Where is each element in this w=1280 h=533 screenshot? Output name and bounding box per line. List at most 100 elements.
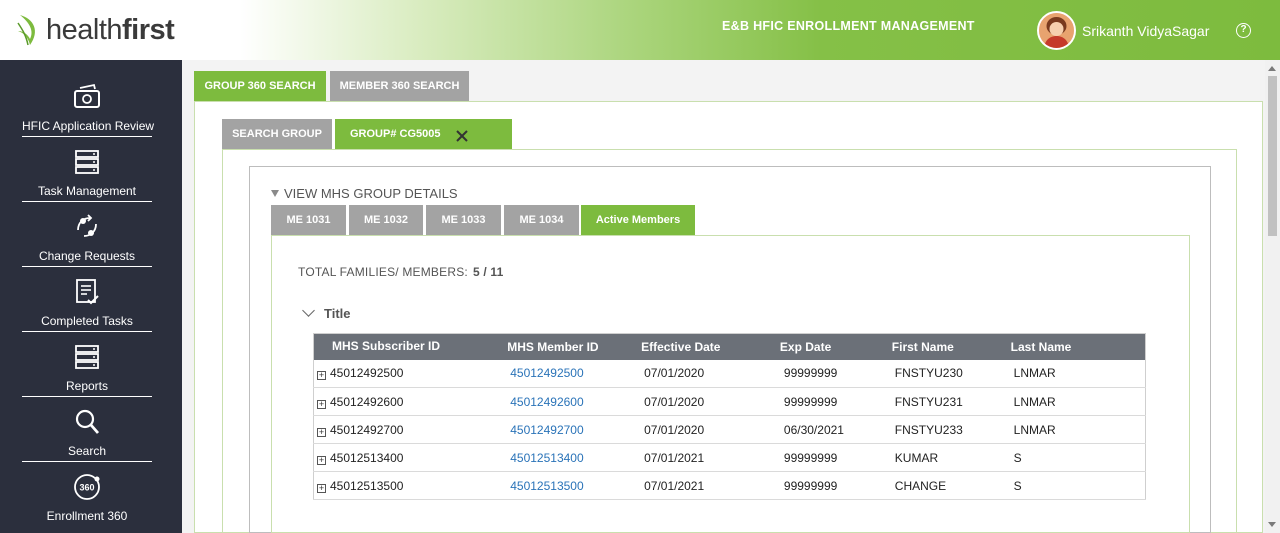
tab-member-360-search[interactable]: MEMBER 360 SEARCH	[330, 71, 469, 102]
subscriber-id-cell: +45012492500	[313, 359, 508, 388]
sidebar-item-completed-tasks[interactable]: Completed Tasks	[22, 267, 152, 332]
column-header[interactable]: MHS Subscriber ID	[313, 333, 508, 360]
table-row: +45012513400 45012513400 07/01/2021 9999…	[313, 443, 1146, 472]
sidebar-item-task-management[interactable]: Task Management	[22, 137, 152, 202]
vertical-scrollbar[interactable]	[1265, 60, 1280, 533]
member-id-link[interactable]: 45012492700	[510, 423, 583, 437]
logo-wordmark: healthfirst	[46, 13, 175, 47]
subscriber-id: 45012492500	[330, 366, 404, 381]
user-avatar[interactable]	[1037, 11, 1076, 50]
change-requests-icon	[77, 214, 97, 237]
sidebar-item-label: Reports	[65, 379, 109, 393]
subscriber-id-cell: +45012513500	[313, 471, 508, 500]
search-icon	[75, 409, 100, 434]
server-stack-icon	[75, 150, 99, 174]
member-id-link[interactable]: 45012513500	[510, 479, 583, 493]
expand-row-icon[interactable]: +	[317, 371, 326, 381]
last-name: LNMAR	[1010, 387, 1146, 416]
effective-date: 07/01/2020	[641, 415, 780, 444]
table-header-row: MHS Subscriber ID MHS Member ID Effectiv…	[313, 333, 1146, 360]
section-title: VIEW MHS GROUP DETAILS	[284, 186, 458, 201]
column-header[interactable]: Effective Date	[641, 333, 780, 360]
tab-search-group[interactable]: SEARCH GROUP	[222, 119, 332, 150]
member-id-link[interactable]: 45012492500	[510, 366, 583, 380]
close-icon[interactable]	[456, 130, 468, 142]
exp-date: 99999999	[779, 443, 892, 472]
scroll-down-arrow-icon[interactable]	[1268, 522, 1276, 527]
app-title: E&B HFIC ENROLLMENT MANAGEMENT	[722, 19, 975, 33]
effective-date: 07/01/2021	[641, 443, 780, 472]
column-header[interactable]: Exp Date	[779, 333, 892, 360]
sidebar-item-search[interactable]: Search	[22, 397, 152, 462]
tab-group-cg5005[interactable]: GROUP# CG5005	[335, 119, 512, 150]
expand-row-icon[interactable]: +	[317, 483, 326, 493]
first-name: FNSTYU230	[891, 359, 1011, 388]
table-row: +45012492600 45012492600 07/01/2020 9999…	[313, 387, 1146, 416]
logo-prefix: health	[46, 13, 123, 46]
member-id-cell: 45012492600	[507, 387, 642, 416]
table-row: +45012492500 45012492500 07/01/2020 9999…	[313, 359, 1146, 388]
member-id-link[interactable]: 45012513400	[510, 451, 583, 465]
tab-active-members[interactable]: Active Members	[581, 205, 695, 236]
first-name: KUMAR	[891, 443, 1011, 472]
scroll-up-arrow-icon[interactable]	[1268, 66, 1276, 71]
chevron-down-icon	[302, 304, 315, 317]
totals-summary: TOTAL FAMILIES/ MEMBERS: 5 / 11	[298, 265, 504, 279]
logo-brand: first	[122, 13, 175, 46]
totals-label: TOTAL FAMILIES/ MEMBERS:	[298, 265, 468, 279]
subscriber-id-cell: +45012492600	[313, 387, 508, 416]
member-id-cell: 45012492500	[507, 359, 642, 388]
member-id-cell: 45012492700	[507, 415, 642, 444]
first-name: FNSTYU233	[891, 415, 1011, 444]
first-name: FNSTYU231	[891, 387, 1011, 416]
sidebar-item-label: Task Management	[37, 184, 137, 198]
user-name[interactable]: Srikanth VidyaSagar	[1082, 23, 1209, 39]
expand-row-icon[interactable]: +	[317, 399, 326, 409]
column-header[interactable]: MHS Member ID	[507, 333, 642, 360]
member-id-cell: 45012513500	[507, 471, 642, 500]
view-mhs-group-details-toggle[interactable]: VIEW MHS GROUP DETAILS	[271, 186, 458, 201]
sidebar: HFIC Application Review Task Management …	[0, 60, 182, 533]
collapse-title: Title	[324, 306, 351, 321]
effective-date: 07/01/2020	[641, 359, 780, 388]
healthfirst-logo[interactable]: healthfirst	[16, 12, 175, 48]
subscriber-id-cell: +45012513400	[313, 443, 508, 472]
totals-value: 5 / 11	[472, 265, 504, 279]
subscriber-id: 45012492600	[330, 394, 404, 409]
sidebar-item-label: Completed Tasks	[41, 314, 133, 328]
last-name: LNMAR	[1010, 415, 1146, 444]
sidebar-item-reports[interactable]: Reports	[22, 332, 152, 397]
column-header[interactable]: Last Name	[1010, 333, 1146, 360]
expand-row-icon[interactable]: +	[317, 427, 326, 437]
last-name: S	[1010, 471, 1146, 500]
scrollbar-thumb[interactable]	[1268, 76, 1277, 236]
exp-date: 99999999	[779, 387, 892, 416]
exp-date: 99999999	[779, 359, 892, 388]
tab-me-1032[interactable]: ME 1032	[349, 205, 423, 236]
last-name: S	[1010, 443, 1146, 472]
table-row: +45012492700 45012492700 07/01/2020 06/3…	[313, 415, 1146, 444]
svg-text:360: 360	[79, 483, 94, 493]
tab-me-1034[interactable]: ME 1034	[504, 205, 579, 236]
member-id-link[interactable]: 45012492600	[510, 395, 583, 409]
help-icon[interactable]: ?	[1236, 23, 1251, 38]
tab-me-1033[interactable]: ME 1033	[426, 205, 501, 236]
exp-date: 99999999	[779, 471, 892, 500]
sidebar-item-label: Search	[67, 444, 107, 458]
column-header[interactable]: First Name	[891, 333, 1011, 360]
exp-date: 06/30/2021	[779, 415, 892, 444]
tab-group-360-search[interactable]: GROUP 360 SEARCH	[194, 71, 326, 102]
sidebar-item-enrollment-360[interactable]: 360 Enrollment 360	[22, 462, 152, 527]
sidebar-item-hfic-application-review[interactable]: HFIC Application Review	[22, 72, 155, 137]
title-collapse-toggle[interactable]: Title	[298, 304, 351, 321]
first-name: CHANGE	[891, 471, 1011, 500]
clipboard-check-icon	[76, 279, 99, 305]
tab-me-1031[interactable]: ME 1031	[271, 205, 346, 236]
sidebar-item-label: HFIC Application Review	[22, 119, 155, 133]
sidebar-item-change-requests[interactable]: Change Requests	[22, 202, 152, 267]
expand-row-icon[interactable]: +	[317, 455, 326, 465]
effective-date: 07/01/2020	[641, 387, 780, 416]
server-stack-icon	[75, 345, 99, 369]
leaf-logo-icon	[17, 15, 35, 46]
app-header: healthfirst E&B HFIC ENROLLMENT MANAGEME…	[0, 0, 1280, 60]
